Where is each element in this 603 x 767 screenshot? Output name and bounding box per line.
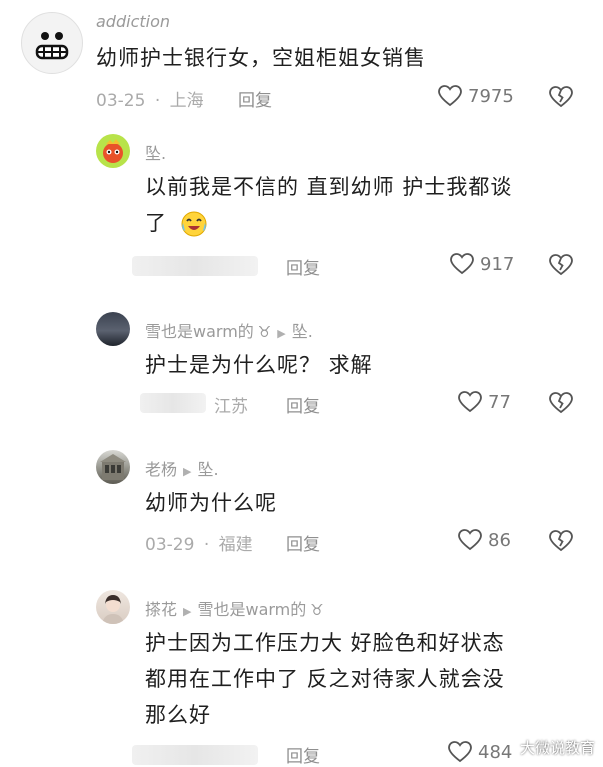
heart-icon [438,85,462,107]
like-button[interactable]: 917 [450,253,514,275]
comment-text-line2: 都用在工作中了 反之对待家人就会没 [145,667,505,691]
username-text: 老杨 [145,460,178,479]
comment-meta: 03-29 · 福建 [145,530,253,555]
comment-text: 护士因为工作压力大 好脸色和好状态 [145,631,505,655]
watermark: 大微说教育 [519,739,595,757]
dislike-button[interactable] [549,530,573,556]
reply-to-user[interactable]: 坠. [292,322,313,341]
broken-heart-icon [549,86,573,108]
comment-username[interactable]: addiction [96,12,170,31]
meta-separator: · [203,535,210,555]
avatar-zhui[interactable] [96,134,130,168]
like-button[interactable]: 77 [458,391,511,413]
avatar-addiction[interactable] [21,12,83,74]
broken-heart-icon [549,530,573,552]
reply-button[interactable]: 回复 [286,392,320,417]
comment-location: 福建 [218,535,253,555]
comment-username[interactable]: 搽花 ▶ 雪也是warm的 ♉ [145,596,324,620]
comment-username[interactable]: 坠. [145,140,166,164]
heart-icon [448,741,472,763]
avatar-laoyang[interactable] [96,450,130,484]
comment-text-tail: 了 [145,211,167,235]
comment-text: 护士是为什么呢？ 求解 [145,353,373,377]
reply-to-user[interactable]: 雪也是warm的 [197,600,306,619]
like-count: 7975 [468,85,514,107]
like-button[interactable]: 7975 [438,85,514,107]
laugh-cry-emoji-icon [181,211,207,237]
building-photo-icon [100,454,126,480]
reply-button[interactable]: 回复 [238,86,272,111]
avatar-xueyeshiwarm[interactable] [96,312,130,346]
like-count: 77 [488,391,511,413]
comment-text-line2: 了 [145,208,209,239]
dislike-button[interactable] [549,254,573,280]
reply-to-user[interactable]: 坠. [197,460,218,479]
broken-heart-icon [549,254,573,276]
person-photo-icon [102,595,124,624]
dislike-button[interactable] [549,86,573,112]
comment-location: 江苏 [214,397,248,417]
username-text: 搽花 [145,600,178,619]
grimace-face-icon [35,32,69,60]
comment-meta: 03-25 · 上海 [96,86,204,111]
dislike-button[interactable] [549,392,573,418]
reply-arrow-icon: ▶ [183,605,192,618]
zodiac-taurus-icon: ♉ [257,323,272,341]
cartoon-avatar-icon [103,139,123,163]
blurred-meta [140,393,206,413]
comment-text: 以前我是不信的 直到幼师 护士我都谈 [145,175,513,199]
comment-text: 幼师为什么呢 [145,491,277,515]
comment-date: 03-25 [96,91,146,111]
username-text: 雪也是warm的 [145,322,254,341]
reply-button[interactable]: 回复 [286,530,320,555]
comment-username[interactable]: 老杨 ▶ 坠. [145,456,219,480]
heart-icon [450,253,474,275]
comment-date: 03-29 [145,535,195,555]
comment-location: 上海 [169,91,204,111]
reply-arrow-icon: ▶ [277,327,286,340]
comment-username[interactable]: 雪也是warm的 ♉ ▶ 坠. [145,318,313,342]
like-count: 917 [480,253,515,275]
reply-button[interactable]: 回复 [286,742,320,767]
blurred-meta [132,745,258,765]
avatar-chahua[interactable] [96,590,130,624]
like-count: 86 [488,529,511,551]
blurred-meta [132,256,258,276]
heart-icon [458,391,482,413]
zodiac-taurus-icon: ♉ [310,601,324,619]
reply-arrow-icon: ▶ [183,465,192,478]
reply-button[interactable]: 回复 [286,254,320,279]
comment-text: 幼师护士银行女，空姐柜姐女销售 [96,46,426,70]
comment-text-line3: 那么好 [145,703,211,727]
like-button[interactable]: 484 [448,741,512,763]
like-count: 484 [478,741,513,763]
like-button[interactable]: 86 [458,529,511,551]
broken-heart-icon [549,392,573,414]
meta-separator: · [154,91,161,111]
heart-icon [458,529,482,551]
